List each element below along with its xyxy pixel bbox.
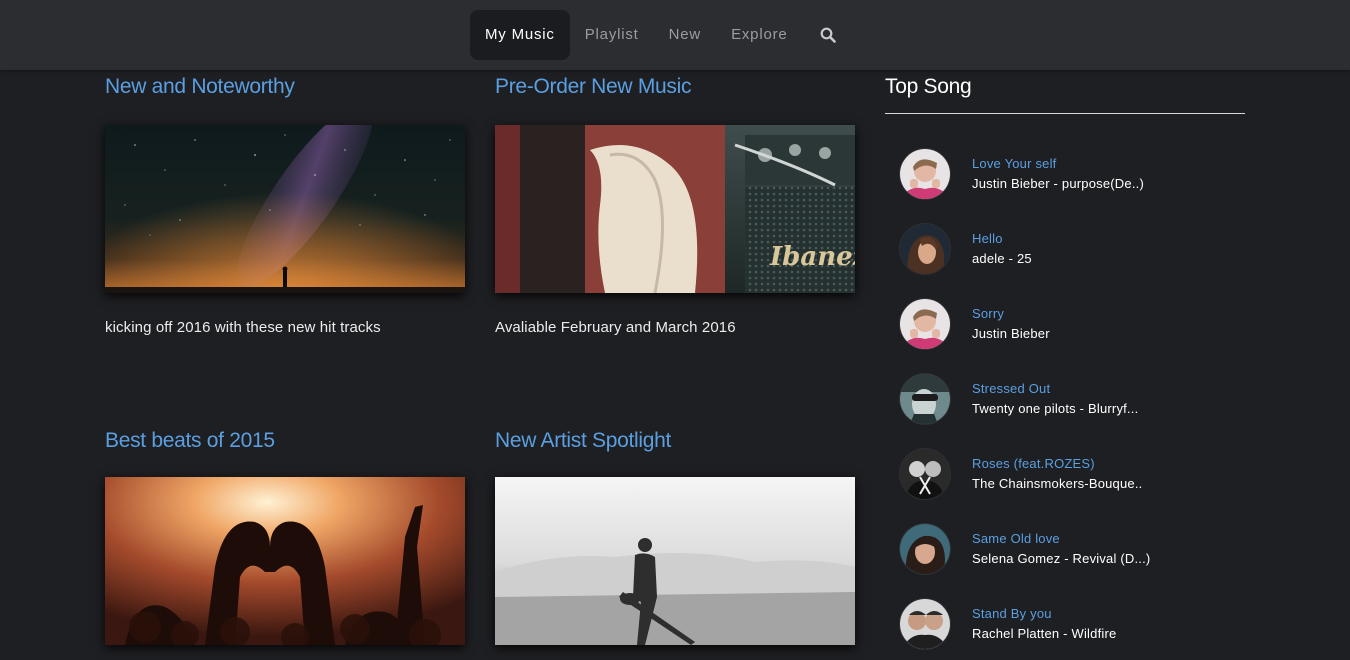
- artist-avatar: [900, 224, 950, 274]
- card-title[interactable]: Best beats of 2015: [105, 426, 465, 456]
- card-new-artist-spotlight: New Artist Spotlight: [495, 426, 855, 645]
- card-image-guitar-amp[interactable]: Ibanez: [495, 125, 855, 293]
- card-pre-order-new-music: Pre-Order New Music Ibane Avaliable Febr…: [495, 72, 855, 336]
- song-item[interactable]: Roses (feat.ROZES) The Chainsmokers-Bouq…: [900, 449, 1230, 501]
- card-title[interactable]: Pre-Order New Music: [495, 72, 855, 102]
- song-title[interactable]: Same Old love: [972, 531, 1060, 546]
- svg-text:Ibanez: Ibanez: [769, 242, 855, 272]
- song-item[interactable]: Sorry Justin Bieber: [900, 299, 1230, 351]
- card-title[interactable]: New Artist Spotlight: [495, 426, 855, 456]
- card-description: Avaliable February and March 2016: [495, 319, 736, 336]
- song-artist: Justin Bieber: [972, 326, 1050, 341]
- song-item[interactable]: Stressed Out Twenty one pilots - Blurryf…: [900, 374, 1230, 426]
- song-item[interactable]: Same Old love Selena Gomez - Revival (D.…: [900, 524, 1230, 576]
- card-title[interactable]: New and Noteworthy: [105, 72, 465, 102]
- card-best-beats-2015: Best beats of 2015: [105, 426, 465, 645]
- artist-avatar: [900, 299, 950, 349]
- nav-item-explore[interactable]: Explore: [716, 10, 802, 60]
- song-title[interactable]: Hello: [972, 231, 1003, 246]
- artist-avatar: [900, 374, 950, 424]
- artist-avatar: [900, 524, 950, 574]
- card-image-concert-crowd[interactable]: [105, 477, 465, 645]
- card-image-desert-guitarist[interactable]: [495, 477, 855, 645]
- search-icon: [820, 27, 836, 43]
- song-title[interactable]: Roses (feat.ROZES): [972, 456, 1095, 471]
- song-artist: Rachel Platten - Wildfire: [972, 626, 1117, 641]
- song-title[interactable]: Stressed Out: [972, 381, 1050, 396]
- song-artist: Selena Gomez - Revival (D...): [972, 551, 1151, 566]
- song-artist: adele - 25: [972, 251, 1032, 266]
- artist-avatar: [900, 449, 950, 499]
- card-image-starry-sky[interactable]: [105, 125, 465, 293]
- main-nav: My Music Playlist New Explore: [470, 10, 853, 60]
- song-artist: The Chainsmokers-Bouque..: [972, 476, 1143, 491]
- song-artist: Justin Bieber - purpose(De..): [972, 176, 1144, 191]
- song-title[interactable]: Stand By you: [972, 606, 1052, 621]
- song-item[interactable]: Hello adele - 25: [900, 224, 1230, 276]
- song-artist: Twenty one pilots - Blurryf...: [972, 401, 1139, 416]
- song-item[interactable]: Love Your self Justin Bieber - purpose(D…: [900, 149, 1230, 201]
- artist-avatar: [900, 149, 950, 199]
- song-title[interactable]: Sorry: [972, 306, 1004, 321]
- top-song-heading: Top Song: [885, 75, 972, 98]
- top-navigation-bar: My Music Playlist New Explore: [0, 0, 1350, 70]
- song-item[interactable]: Stand By you Rachel Platten - Wildfire: [900, 599, 1230, 651]
- artist-avatar: [900, 599, 950, 649]
- top-song-divider: [885, 113, 1245, 114]
- search-button[interactable]: [803, 10, 853, 60]
- nav-item-my-music[interactable]: My Music: [470, 10, 570, 60]
- nav-item-new[interactable]: New: [654, 10, 716, 60]
- card-description: kicking off 2016 with these new hit trac…: [105, 319, 381, 336]
- song-title[interactable]: Love Your self: [972, 156, 1056, 171]
- nav-item-playlist[interactable]: Playlist: [570, 10, 654, 60]
- card-new-and-noteworthy: New and Noteworthy kicking off 2016 with…: [105, 72, 465, 336]
